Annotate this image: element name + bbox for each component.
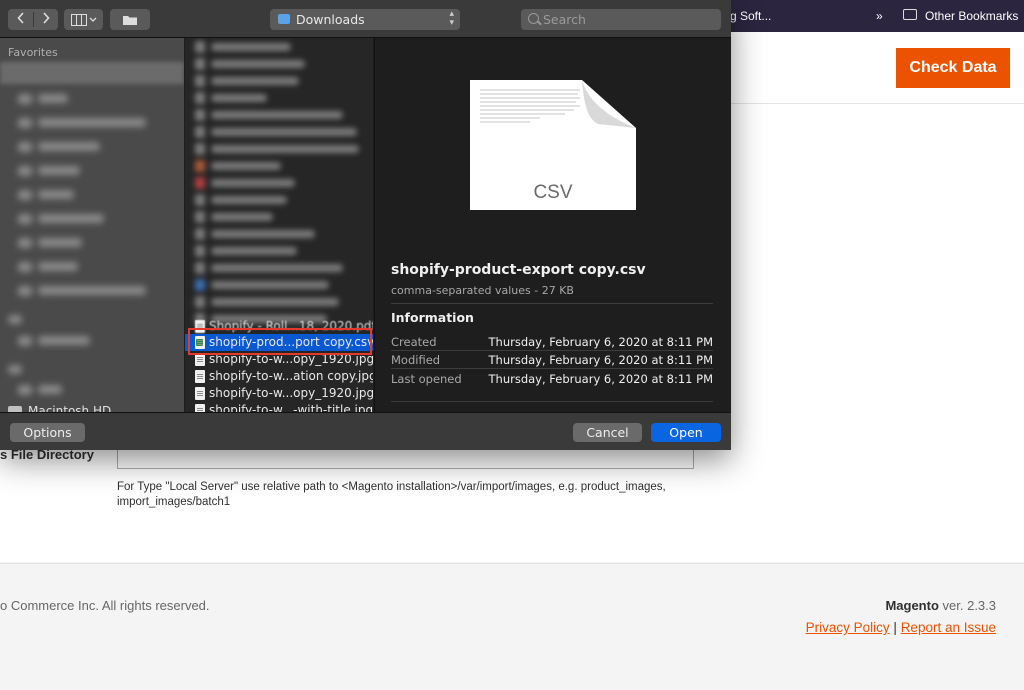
- location-popup[interactable]: Downloads ▴ ▾: [270, 9, 460, 30]
- info-value: Thursday, February 6, 2020 at 8:11 PM: [488, 353, 714, 367]
- list-item[interactable]: [185, 72, 373, 89]
- report-issue-link[interactable]: Report an Issue: [901, 620, 996, 635]
- info-row-created: Created Thursday, February 6, 2020 at 8:…: [391, 333, 713, 351]
- list-item[interactable]: [185, 106, 373, 123]
- info-label: Last opened: [391, 372, 462, 386]
- list-item[interactable]: [185, 38, 373, 55]
- info-row-last-opened: Last opened Thursday, February 6, 2020 a…: [391, 370, 713, 388]
- list-item[interactable]: [185, 89, 373, 106]
- sidebar-item[interactable]: [0, 185, 184, 203]
- image-file-icon: [195, 370, 205, 383]
- back-button[interactable]: [8, 12, 33, 27]
- info-value: Thursday, February 6, 2020 at 8:11 PM: [488, 335, 714, 349]
- new-folder-button[interactable]: [110, 9, 150, 30]
- sidebar-item[interactable]: [0, 209, 184, 227]
- search-field[interactable]: Search: [521, 9, 721, 30]
- info-label: Modified: [391, 353, 441, 367]
- chevron-right-icon: [42, 12, 50, 24]
- info-label: Created: [391, 335, 437, 349]
- cancel-button[interactable]: Cancel: [573, 423, 642, 442]
- file-name: shopify-to-w...ation copy.jpg: [209, 369, 373, 383]
- updown-chevron-icon: ▴ ▾: [449, 9, 454, 28]
- check-data-button[interactable]: Check Data: [896, 48, 1010, 88]
- column-view-icon: [70, 13, 96, 26]
- sidebar-item[interactable]: [0, 137, 184, 155]
- version-brand: Magento: [885, 598, 939, 613]
- list-item[interactable]: [185, 123, 373, 140]
- footer-links: Privacy Policy | Report an Issue: [806, 620, 996, 635]
- location-label: Downloads: [296, 12, 365, 27]
- list-item[interactable]: [185, 208, 373, 225]
- file-list: Shopify - Roll...18, 2020.pdf shopify-pr…: [185, 38, 373, 412]
- file-name: shopify-to-w...-with-title.jpg: [209, 403, 373, 412]
- dialog-toolbar: Downloads ▴ ▾ Search: [0, 0, 731, 38]
- downloads-folder-icon: [278, 14, 290, 24]
- folder-icon: [903, 9, 917, 20]
- volume-label: Macintosh HD: [28, 404, 112, 412]
- preview-file-name: shopify-product-export copy.csv: [391, 262, 646, 278]
- sidebar-item[interactable]: [0, 233, 184, 251]
- file-row[interactable]: shopify-to-w...ation copy.jpg: [185, 368, 373, 385]
- magento-version: Magento ver. 2.3.3: [885, 598, 996, 613]
- bookmark-item[interactable]: g Soft...: [730, 9, 771, 23]
- sidebar-item[interactable]: [0, 113, 184, 131]
- other-bookmarks-link[interactable]: Other Bookmarks: [925, 9, 1018, 23]
- list-item[interactable]: [185, 293, 373, 310]
- list-item[interactable]: [185, 55, 373, 72]
- sidebar-section: [0, 310, 184, 328]
- sidebar-item-macintosh-hd[interactable]: Macintosh HD: [8, 404, 111, 412]
- list-item[interactable]: [185, 276, 373, 293]
- bookmarks-overflow-button[interactable]: »: [876, 9, 883, 23]
- info-value: Thursday, February 6, 2020 at 8:11 PM: [488, 372, 714, 386]
- history-nav: [8, 9, 58, 30]
- images-directory-note: For Type "Local Server" use relative pat…: [117, 481, 666, 508]
- divider: [391, 401, 713, 402]
- open-button[interactable]: Open: [651, 423, 721, 442]
- file-open-dialog: Downloads ▴ ▾ Search Favorites Macintosh …: [0, 0, 731, 450]
- file-name: shopify-to-w...opy_1920.jpg: [209, 386, 373, 400]
- sidebar-item[interactable]: [0, 161, 184, 179]
- image-file-icon: [195, 387, 205, 400]
- information-heading: Information: [391, 310, 474, 325]
- file-row[interactable]: shopify-to-w...opy_1920.jpg: [185, 385, 373, 402]
- file-row[interactable]: shopify-to-w...-with-title.jpg: [185, 402, 373, 412]
- info-row-modified: Modified Thursday, February 6, 2020 at 8…: [391, 351, 713, 369]
- list-item[interactable]: [185, 191, 373, 208]
- sidebar-item[interactable]: [0, 380, 184, 398]
- list-item[interactable]: [185, 259, 373, 276]
- list-item[interactable]: [185, 174, 373, 191]
- divider: [33, 12, 34, 27]
- preview-pane: CSV shopify-product-export copy.csv comm…: [374, 38, 731, 412]
- image-file-icon: [195, 404, 205, 412]
- sidebar-item[interactable]: [0, 331, 184, 349]
- options-button[interactable]: Options: [10, 423, 85, 442]
- copyright-text: o Commerce Inc. All rights reserved.: [0, 598, 210, 613]
- footer-separator: |: [893, 620, 897, 635]
- preview-kind-size: comma-separated values - 27 KB: [391, 284, 574, 297]
- folder-icon: [123, 15, 137, 25]
- list-item[interactable]: [185, 225, 373, 242]
- divider: [391, 303, 713, 304]
- list-item[interactable]: [185, 242, 373, 259]
- sidebar-item[interactable]: [0, 89, 184, 107]
- sidebar-item[interactable]: [0, 281, 184, 299]
- chevron-left-icon: [16, 12, 24, 24]
- dialog-sidebar: Favorites Macintosh HD: [0, 38, 184, 412]
- favorites-heading: Favorites: [8, 46, 58, 59]
- csv-document-icon: CSV: [470, 80, 636, 210]
- dialog-button-bar: Options Cancel Open: [0, 412, 731, 450]
- sidebar-item-selected[interactable]: [0, 62, 184, 84]
- list-item[interactable]: [185, 140, 373, 157]
- sidebar-section: [0, 360, 184, 378]
- selection-highlight-box: [188, 328, 372, 355]
- version-number: ver. 2.3.3: [938, 598, 996, 613]
- forward-button[interactable]: [33, 12, 58, 27]
- sidebar-item[interactable]: [0, 257, 184, 275]
- search-placeholder: Search: [543, 12, 586, 27]
- search-icon: [528, 13, 539, 24]
- view-mode-button[interactable]: [64, 9, 103, 30]
- list-item[interactable]: [185, 157, 373, 174]
- privacy-policy-link[interactable]: Privacy Policy: [806, 620, 890, 635]
- csv-icon-label: CSV: [533, 182, 572, 203]
